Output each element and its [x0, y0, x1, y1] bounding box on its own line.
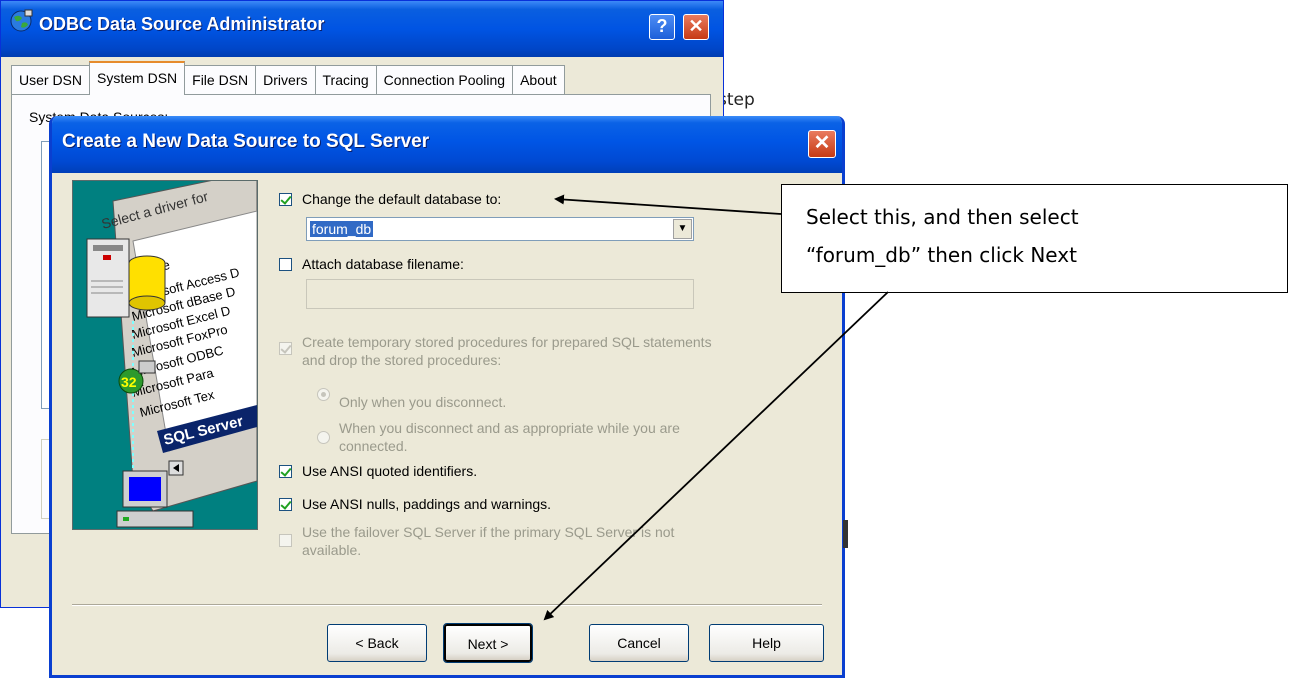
tab-system-dsn[interactable]: System DSN	[89, 61, 186, 95]
arrow-to-next-button	[543, 291, 889, 621]
arrow-to-checkbox	[554, 194, 782, 215]
annotation-arrows	[543, 194, 889, 621]
